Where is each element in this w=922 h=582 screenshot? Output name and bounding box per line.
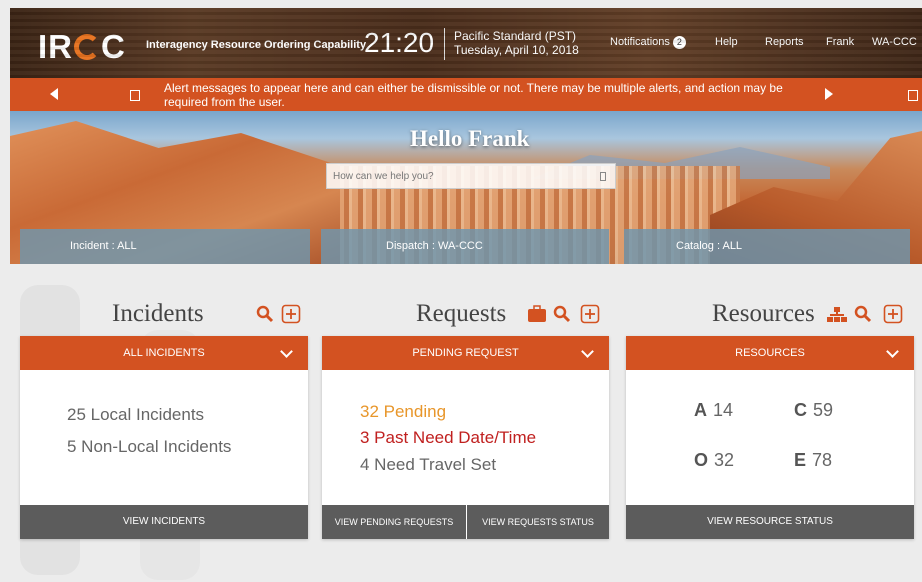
- resource-c-value: 59: [813, 400, 834, 420]
- resources-dropdown-label: RESOURCES: [735, 347, 805, 359]
- pending-count[interactable]: 32 Pending: [360, 402, 446, 422]
- resources-title: Resources: [712, 300, 815, 327]
- notifications-badge: 2: [672, 36, 686, 49]
- resource-o[interactable]: O 32: [694, 450, 734, 471]
- hierarchy-icon[interactable]: [827, 306, 847, 324]
- date-label: Tuesday, April 10, 2018: [454, 43, 579, 57]
- resource-o-value: 32: [714, 450, 735, 470]
- arrow-right-icon[interactable]: [825, 88, 833, 100]
- resource-a-value: 14: [713, 400, 734, 420]
- alert-bar: Alert messages to appear here and can ei…: [10, 78, 922, 111]
- requests-dropdown-label: PENDING REQUEST: [412, 347, 519, 359]
- requests-card: PENDING REQUEST 32 Pending 3 Past Need D…: [322, 336, 609, 539]
- search-submit-icon[interactable]: [600, 172, 606, 181]
- notifications-label: Notifications: [610, 36, 670, 48]
- plus-square-icon[interactable]: [883, 304, 903, 324]
- nav-help[interactable]: Help: [715, 36, 738, 48]
- resource-c-label: C: [794, 400, 807, 420]
- resource-a[interactable]: A 14: [694, 400, 733, 421]
- divider: [444, 28, 445, 60]
- search-placeholder: How can we help you?: [333, 171, 434, 182]
- requests-dropdown[interactable]: PENDING REQUEST: [322, 336, 609, 370]
- resource-a-label: A: [694, 400, 707, 420]
- incidents-dropdown-label: ALL INCIDENTS: [123, 347, 205, 359]
- incidents-card: ALL INCIDENTS 25 Local Incidents 5 Non-L…: [20, 336, 308, 539]
- past-due-count[interactable]: 3 Past Need Date/Time: [360, 428, 536, 448]
- chevron-down-icon: [886, 345, 899, 358]
- view-resource-status-button[interactable]: VIEW RESOURCE STATUS: [626, 505, 914, 539]
- view-incidents-button[interactable]: VIEW INCIDENTS: [20, 505, 308, 539]
- timezone-block: Pacific Standard (PST) Tuesday, April 10…: [454, 29, 579, 57]
- nav-user[interactable]: Frank: [826, 36, 854, 48]
- resource-o-label: O: [694, 450, 709, 470]
- iroc-logo[interactable]: IR C: [38, 28, 126, 66]
- search-icon[interactable]: [256, 305, 274, 323]
- incident-filter[interactable]: Incident : ALL: [20, 229, 310, 264]
- search-icon[interactable]: [553, 305, 571, 323]
- local-incidents[interactable]: 25 Local Incidents: [67, 405, 204, 425]
- resources-card: RESOURCES A 14 C 59 O 32 E 78 VIEW RESOURCE …: [626, 336, 914, 539]
- resource-e-label: E: [794, 450, 807, 470]
- dispatch-filter[interactable]: Dispatch : WA-CCC: [321, 229, 609, 264]
- catalog-filter[interactable]: Catalog : ALL: [624, 229, 910, 264]
- flame-logo-icon: [74, 34, 100, 60]
- resource-c[interactable]: C 59: [794, 400, 833, 421]
- chevron-down-icon: [581, 345, 594, 358]
- incidents-dropdown[interactable]: ALL INCIDENTS: [20, 336, 308, 370]
- requests-title: Requests: [416, 300, 507, 327]
- resource-e[interactable]: E 78: [794, 450, 832, 471]
- arrow-left-icon[interactable]: [50, 88, 58, 100]
- nav-dispatch[interactable]: WA-CCC: [872, 36, 917, 48]
- plus-square-icon[interactable]: [281, 304, 301, 324]
- nonlocal-incidents[interactable]: 5 Non-Local Incidents: [67, 437, 231, 457]
- nav-reports[interactable]: Reports: [765, 36, 804, 48]
- search-icon[interactable]: [854, 305, 872, 323]
- alert-checkbox-icon[interactable]: [130, 90, 140, 101]
- alert-message: Alert messages to appear here and can ei…: [164, 81, 783, 109]
- need-travel-count[interactable]: 4 Need Travel Set: [360, 455, 496, 475]
- resource-e-value: 78: [812, 450, 833, 470]
- incidents-title: Incidents: [112, 300, 204, 327]
- plus-square-icon[interactable]: [580, 304, 600, 324]
- timezone-label: Pacific Standard (PST): [454, 29, 577, 43]
- dismiss-icon[interactable]: [908, 90, 918, 101]
- resources-dropdown[interactable]: RESOURCES: [626, 336, 914, 370]
- top-header: IR C Interagency Resource Ordering Capabi…: [10, 8, 922, 78]
- search-input[interactable]: How can we help you?: [326, 163, 616, 189]
- view-requests-status-button[interactable]: VIEW REQUESTS STATUS: [467, 505, 609, 539]
- briefcase-icon[interactable]: [527, 305, 547, 323]
- hero-banner: Hello Frank How can we help you? Inciden…: [10, 111, 922, 264]
- nav-notifications[interactable]: Notifications 2: [610, 36, 686, 49]
- clock-time: 21:20: [364, 27, 435, 58]
- greeting: Hello Frank: [410, 126, 530, 151]
- chevron-down-icon: [280, 345, 293, 358]
- view-pending-requests-button[interactable]: VIEW PENDING REQUESTS: [322, 505, 466, 539]
- app-title: Interagency Resource Ordering Capability: [146, 39, 367, 51]
